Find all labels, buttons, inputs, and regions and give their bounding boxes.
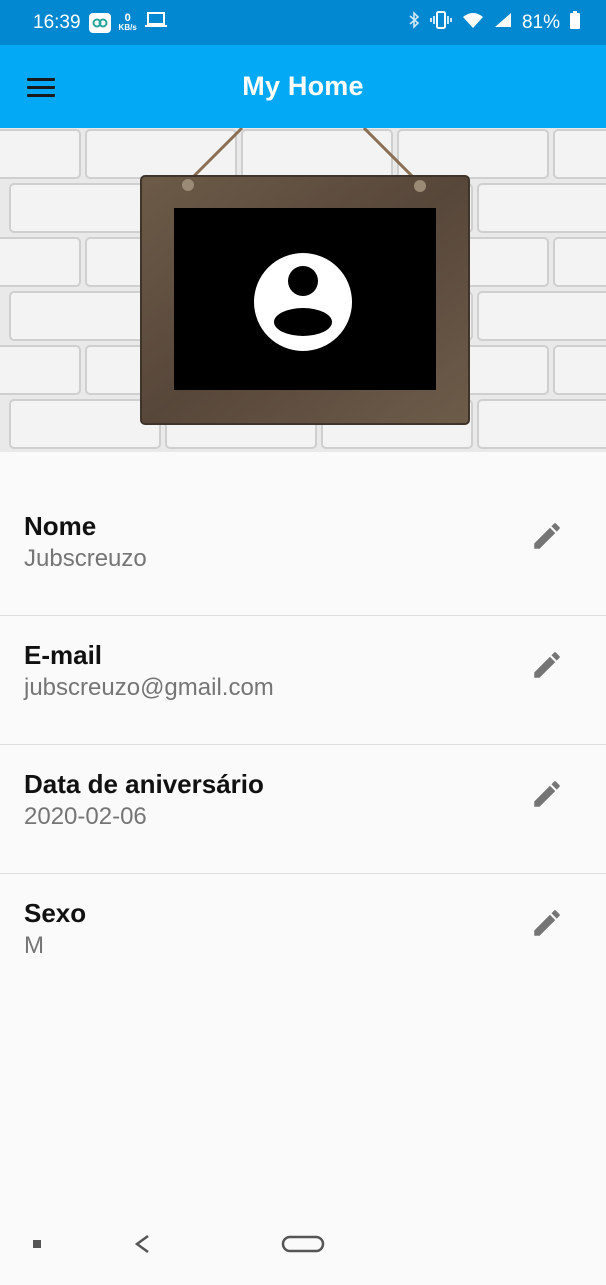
field-value: 2020-02-06 [24,803,147,830]
home-pill-icon[interactable] [281,1235,325,1253]
status-bar-right: 81% [408,10,580,35]
edit-icon[interactable] [530,519,564,553]
app-notification-icon [88,12,111,33]
field-label: Nome [24,511,97,541]
status-time: 16:39 [33,11,81,33]
battery-percent: 81% [521,11,560,33]
vibrate-icon [430,10,452,35]
page-title: My Home [242,71,364,101]
recents-icon[interactable] [33,1240,41,1248]
field-value: M [24,932,44,959]
net-speed-unit: KB/s [118,22,137,32]
profile-header-image [0,128,606,452]
menu-icon[interactable] [27,78,55,98]
status-bar-left: 16:39 0 KB/s [33,11,167,34]
field-label: Data de aniversário [24,769,264,799]
edit-icon[interactable] [530,777,564,811]
field-value: jubscreuzo@gmail.com [24,674,274,701]
avatar-icon [254,253,352,351]
app-bar: My Home [0,45,606,128]
field-label: E-mail [24,640,103,670]
wifi-icon [462,11,484,35]
back-icon[interactable] [134,1234,149,1254]
laptop-icon [144,11,167,34]
brick-wall-background [0,128,606,452]
field-email: E-mail jubscreuzo@gmail.com [0,616,606,745]
field-sexo: Sexo M [0,874,606,1003]
edit-icon[interactable] [530,648,564,682]
status-bar: 16:39 0 KB/s 81% [0,0,606,45]
field-value: Jubscreuzo [24,545,147,572]
signal-icon [494,12,512,34]
net-speed-value: 0 [124,11,131,24]
net-speed: 0 KB/s [118,11,137,32]
field-birthday: Data de aniversário 2020-02-06 [0,745,606,874]
edit-icon[interactable] [530,906,564,940]
system-nav-bar [0,1208,606,1280]
field-nome: Nome Jubscreuzo [0,487,606,616]
bluetooth-icon [408,10,420,35]
battery-icon [570,10,580,35]
field-label: Sexo [24,898,87,928]
